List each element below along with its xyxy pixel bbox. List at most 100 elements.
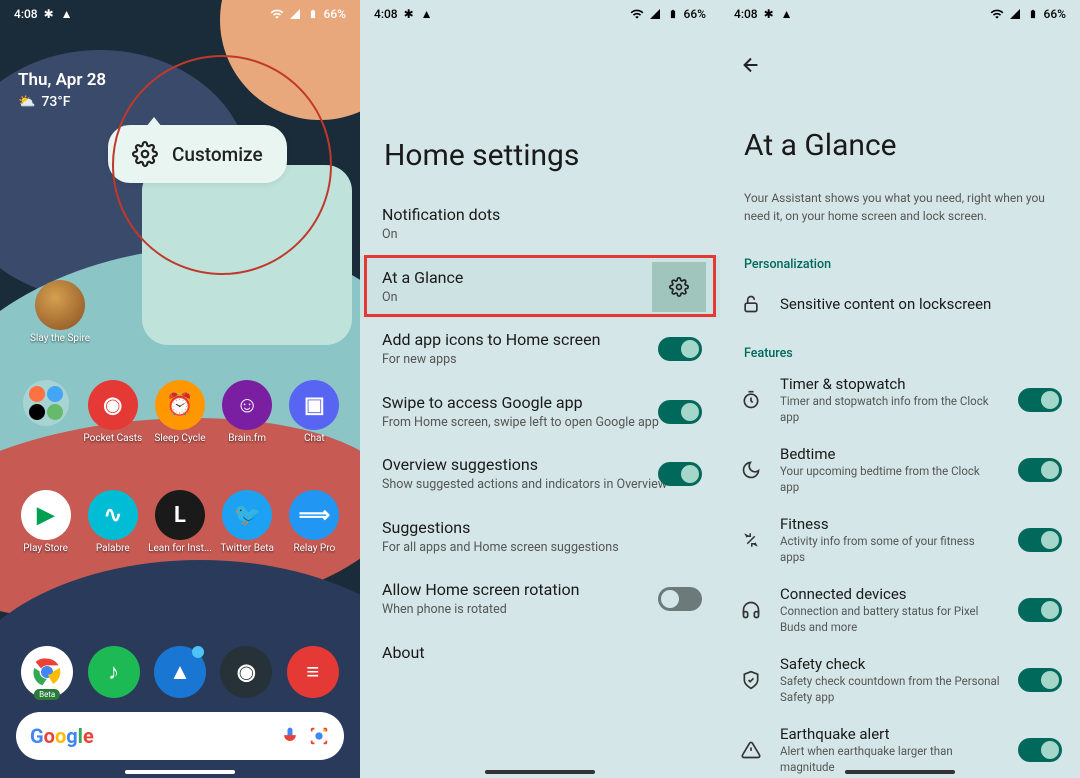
app-play-store[interactable]: ▶Play Store [16,490,76,554]
app-icon: ▣ [289,380,339,430]
page-title: Home settings [360,28,720,193]
arrows-icon [740,529,762,551]
at-a-glance-screen: 4:08 ✱ ▲ 66% At a Glance Your Assistant … [720,0,1080,778]
app-palabre[interactable]: ∿Palabre [83,490,143,554]
dock-app-camera[interactable]: ◉ [220,646,272,698]
setting-sub: From Home screen, swipe left to open Goo… [382,414,698,432]
app-folder[interactable] [16,380,76,444]
setting-sub: For all apps and Home screen suggestions [382,539,698,557]
home-screen: 4:08 ✱ ▲ 66% Thu, Apr 28 ⛅ 73°F Customiz… [0,0,360,778]
widget-card [142,165,352,345]
feature-fitness[interactable]: FitnessActivity info from some of your f… [720,505,1080,575]
setting-sub: On [382,226,698,244]
app-pocket-casts[interactable]: ◉Pocket Casts [83,380,143,444]
feature-earthquake-alert[interactable]: Earthquake alertAlert when earthquake la… [720,715,1080,778]
home-settings-screen: 4:08 ✱ ▲ 66% Home settings Notification … [360,0,720,778]
toggle[interactable] [1018,458,1062,482]
setting-add-app-icons-to-home-screen[interactable]: Add app icons to Home screenFor new apps [360,318,720,381]
status-battery: 66% [684,7,706,21]
feature-connected-devices[interactable]: Connected devicesConnection and battery … [720,575,1080,645]
toggle[interactable] [1018,388,1062,412]
signal-icon [288,7,302,21]
wifi-icon [270,7,284,21]
feature-title: Fitness [780,515,1056,533]
customize-button[interactable]: Customize [108,125,287,183]
home-row-2: ◉Pocket Casts⏰Sleep Cycle☺ Brain.fm ▣ Chat [0,380,360,444]
status-time: 4:08 [374,7,398,21]
timer-icon [740,389,762,411]
toggle[interactable] [658,462,702,486]
feature-bedtime[interactable]: BedtimeYour upcoming bedtime from the Cl… [720,435,1080,505]
notification-icon: ▲ [60,7,74,21]
app-label: Chat [304,433,325,444]
nav-bar[interactable] [485,770,595,774]
toggle[interactable] [658,400,702,424]
nav-bar[interactable] [845,770,955,774]
app-sleep-cycle[interactable]: ⏰Sleep Cycle [150,380,210,444]
setting-sub: When phone is rotated [382,601,698,619]
dock-app-navigation[interactable]: ▲ [154,646,206,698]
nav-bar[interactable] [125,770,235,774]
status-bar: 4:08 ✱ ▲ 66% [360,0,720,28]
shield-icon [740,669,762,691]
feature-title: Sensitive content on lockscreen [780,295,1056,313]
app-icon [35,280,85,330]
app-label: Slay the Spire [30,333,90,344]
setting-swipe-to-access-google-app[interactable]: Swipe to access Google appFrom Home scre… [360,381,720,444]
feature-safety-check[interactable]: Safety checkSafety check countdown from … [720,645,1080,715]
app-icon: ◉ [88,380,138,430]
setting-title: Notification dots [382,205,698,224]
app-label: Relay Pro [293,543,335,554]
app-relay-pro[interactable]: ⟹Relay Pro [284,490,344,554]
battery-icon [306,7,320,21]
glance-temp: 73°F [41,94,70,110]
setting-about[interactable]: About [360,631,720,674]
app-label: Sleep Cycle [154,433,205,444]
setting-title: About [382,643,698,662]
app-twitter-beta[interactable]: 🐦Twitter Beta [217,490,277,554]
setting-allow-home-screen-rotation[interactable]: Allow Home screen rotationWhen phone is … [360,568,720,631]
app-slay-the-spire[interactable]: Slay the Spire [30,280,90,344]
status-battery: 66% [324,7,346,21]
app-label: Twitter Beta [220,543,274,554]
toggle[interactable] [658,337,702,361]
toggle[interactable] [1018,598,1062,622]
lens-icon[interactable] [308,725,330,747]
sensitive-content-item[interactable]: Sensitive content on lockscreen [720,276,1080,332]
toggle[interactable] [1018,738,1062,762]
wifi-icon [630,7,644,21]
notification-icon: ▲ [420,7,434,21]
back-button[interactable] [734,48,768,82]
setting-title: Overview suggestions [382,455,698,474]
folder-icon [23,380,69,426]
status-time: 4:08 [14,7,38,21]
glance-weather: ⛅ 73°F [18,94,106,110]
feature-timer-stopwatch[interactable]: Timer & stopwatchTimer and stopwatch inf… [720,365,1080,435]
app-label: Brain.fm [228,433,266,444]
app-chat[interactable]: ▣ Chat [284,380,344,444]
dock-app-todoist[interactable]: ≡ [287,646,339,698]
toggle[interactable] [1018,528,1062,552]
section-personalization: Personalization [720,243,1080,276]
toggle[interactable] [658,587,702,611]
slack-icon: ✱ [42,7,56,21]
app-label: Palabre [96,543,130,554]
feature-sub: Timer and stopwatch info from the Clock … [780,394,1056,425]
mic-icon[interactable] [280,726,300,746]
battery-icon [1026,7,1040,21]
toggle[interactable] [1018,668,1062,692]
at-a-glance-widget[interactable]: Thu, Apr 28 ⛅ 73°F [18,70,106,110]
app-lean-for-inst-[interactable]: LLean for Inst... [150,490,210,554]
search-bar[interactable]: Google [16,712,344,760]
setting-overview-suggestions[interactable]: Overview suggestionsShow suggested actio… [360,443,720,506]
setting-notification-dots[interactable]: Notification dots On [360,193,720,256]
dock-app-spotify[interactable]: ♪ [88,646,140,698]
app-icon: ☺ [222,380,272,430]
moon-icon [740,459,762,481]
feature-title: Safety check [780,655,1056,673]
app-brain-fm[interactable]: ☺ Brain.fm [217,380,277,444]
headphones-icon [740,599,762,621]
app-icon: ▲ [154,646,206,698]
setting-suggestions[interactable]: SuggestionsFor all apps and Home screen … [360,506,720,569]
dock-app-chrome[interactable]: Beta [21,646,73,698]
